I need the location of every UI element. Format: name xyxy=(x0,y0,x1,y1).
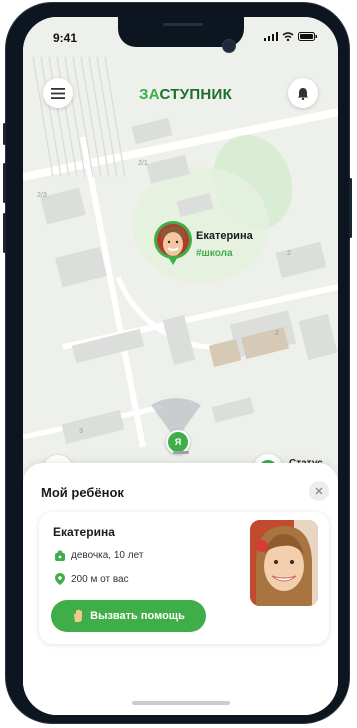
bottom-sheet: Мой ребёнок Екатерина девочка, 10 лет 20… xyxy=(23,451,338,715)
notifications-button[interactable] xyxy=(288,78,318,108)
child-marker-tag: #школа xyxy=(196,248,233,259)
child-name: Екатерина xyxy=(53,525,115,539)
battery-icon xyxy=(298,32,317,41)
child-info-text: девочка, 10 лет xyxy=(71,550,144,561)
app-logo: ЗАСТУПНИК xyxy=(139,86,232,103)
child-distance-row: 200 м от вас xyxy=(55,573,129,585)
building-label: 2/3 xyxy=(37,192,47,199)
building-label: 2 xyxy=(287,250,291,257)
signal-icon xyxy=(264,32,278,41)
child-distance-text: 200 м от вас xyxy=(71,573,129,585)
close-icon xyxy=(315,487,323,495)
speaker-grille xyxy=(163,23,203,26)
menu-button[interactable] xyxy=(43,78,73,108)
front-camera xyxy=(222,39,236,53)
close-button[interactable] xyxy=(309,481,329,501)
sheet-title: Мой ребёнок xyxy=(41,485,124,500)
child-info-row: девочка, 10 лет xyxy=(55,550,143,561)
system-icons xyxy=(264,32,318,41)
logo-prefix: ЗА xyxy=(139,86,160,103)
call-help-button[interactable]: Вызвать помощь xyxy=(51,600,206,632)
child-info-icon xyxy=(55,550,65,561)
logo-suffix: СТУПНИК xyxy=(159,86,233,103)
child-avatar xyxy=(157,224,189,256)
phone-frame: 2/1 2/3 2 2 3 9:41 ЗАСТУПНИК Екатерина #… xyxy=(3,3,352,723)
home-indicator[interactable] xyxy=(132,701,230,705)
sheet-grabber[interactable] xyxy=(173,451,189,454)
bell-icon xyxy=(298,87,308,100)
building-label: 2/1 xyxy=(138,160,148,167)
child-card[interactable]: Екатерина девочка, 10 лет 200 м от вас В… xyxy=(39,512,329,644)
menu-icon xyxy=(51,87,65,99)
phone-side-button xyxy=(3,163,6,203)
child-marker-name: Екатерина xyxy=(196,230,253,242)
hand-icon xyxy=(74,609,83,622)
call-help-label: Вызвать помощь xyxy=(90,610,185,622)
phone-side-button xyxy=(349,178,352,238)
app-screen: 2/1 2/3 2 2 3 9:41 ЗАСТУПНИК Екатерина #… xyxy=(23,17,338,715)
status-time: 9:41 xyxy=(53,31,78,45)
location-pin-icon xyxy=(55,573,65,585)
building-label: 2 xyxy=(275,330,279,337)
child-photo-image xyxy=(250,520,318,606)
building-label: 3 xyxy=(79,428,83,435)
phone-side-button xyxy=(3,213,6,253)
wifi-icon xyxy=(282,32,294,41)
child-photo xyxy=(250,520,318,606)
phone-side-button xyxy=(3,123,6,145)
child-marker[interactable] xyxy=(154,221,192,259)
